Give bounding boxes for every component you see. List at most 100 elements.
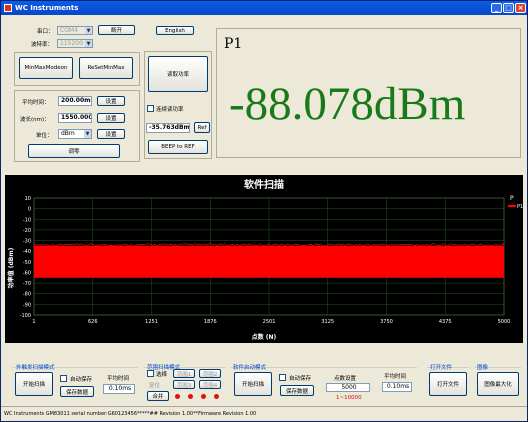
soft-auto-save-checkbox[interactable]	[279, 374, 286, 381]
read-power-button[interactable]: 读取功率	[148, 56, 208, 92]
y-tick-label: -50	[23, 260, 31, 266]
language-button[interactable]: English	[156, 26, 194, 35]
beep-to-ref-button[interactable]: BEEP to REF	[148, 140, 208, 154]
port-label: 串口：	[37, 29, 54, 35]
chart-title: 软件扫描	[244, 178, 284, 191]
range1-indicator	[175, 394, 180, 399]
y-tick-label: -100	[20, 313, 31, 319]
port-select[interactable]: COM4 ▼	[57, 26, 93, 35]
avg-time-set-button[interactable]: 设置	[97, 96, 125, 106]
port-value: COM4	[60, 27, 78, 34]
window-title: WC Instruments	[15, 4, 79, 12]
ref-value-input[interactable]: -35.763dBm	[146, 123, 190, 133]
close-button[interactable]: ×	[515, 3, 526, 13]
range4-button[interactable]: 范围4	[199, 380, 221, 389]
title-bar: WC Instruments _ □ ×	[1, 1, 527, 15]
minmax-mode-button[interactable]: MinMaxModeon	[19, 57, 73, 79]
power-reading: -88.078dBm	[229, 78, 466, 130]
scan-chart: 软件扫描 功率值 (dBm) 点数 (N) 10 0 -10 -20 -30 -40 -50…	[5, 175, 523, 343]
points-range-hint: 1~10000	[336, 395, 362, 401]
wavelength-set-button[interactable]: 设置	[97, 113, 125, 123]
image-title: 图像	[477, 365, 489, 371]
series-band-p1	[34, 245, 504, 278]
soft-start-scan-button[interactable]: 开始扫描	[234, 372, 272, 396]
baud-select[interactable]: 115200 ▼	[57, 39, 93, 48]
continuous-read-checkbox[interactable]	[147, 105, 154, 112]
ext-avg-label: 平均时间	[107, 376, 130, 382]
range1-button[interactable]: 范围1	[173, 369, 195, 378]
wavelength-label: 波长(nm)：	[20, 117, 50, 123]
ext-avg-input[interactable]: 0.10ms	[103, 384, 135, 394]
y-tick-label: -80	[23, 292, 31, 298]
ref-button[interactable]: Ref	[194, 122, 210, 133]
y-tick-label: -10	[23, 217, 31, 223]
minimize-button[interactable]: _	[491, 3, 502, 13]
x-tick-label: 3750	[380, 319, 393, 325]
reading-display: P1 -88.078dBm	[216, 28, 521, 158]
x-tick-label: 626	[88, 319, 98, 325]
app-icon	[4, 4, 12, 12]
avg-time-input[interactable]: 200.00ms	[58, 96, 92, 106]
open-file-button[interactable]: 打开文件	[429, 372, 467, 396]
open-file-title: 打开文件	[430, 365, 453, 371]
soft-start-title: 软件启动模式	[233, 365, 267, 371]
y-tick-label: 10	[25, 196, 31, 202]
maximize-image-button[interactable]: 图像最大化	[477, 372, 519, 396]
points-label: 点数设置	[334, 376, 357, 382]
wavelength-input[interactable]: 1550.000	[58, 113, 92, 123]
legend-label-p1: P1	[517, 204, 523, 210]
baud-label: 波特率：	[31, 42, 54, 48]
y-tick-label: -30	[23, 239, 31, 245]
zero-button[interactable]: 调零	[28, 144, 120, 158]
chevron-down-icon: ▼	[85, 27, 92, 34]
x-tick-label: 3125	[321, 319, 334, 325]
soft-avg-input[interactable]: 0.10ms	[382, 382, 412, 392]
range-select-label: 选择	[156, 372, 168, 378]
y-tick-label: -40	[23, 249, 31, 255]
x-tick-label: 1251	[145, 319, 158, 325]
y-tick-label: 0	[28, 207, 31, 213]
x-axis-label: 点数 (N)	[252, 333, 277, 341]
points-input[interactable]: 5000	[326, 383, 370, 392]
unit-value: dBm	[61, 130, 75, 137]
range2-indicator	[188, 394, 193, 399]
range4-indicator	[214, 394, 219, 399]
reset-minmax-button[interactable]: ReSetMinMax	[79, 57, 133, 79]
ext-save-button[interactable]: 保存数据	[60, 386, 94, 397]
soft-auto-save-label: 自动保存	[289, 376, 312, 382]
x-tick-label: 4375	[439, 319, 452, 325]
chart-svg: 软件扫描 功率值 (dBm) 点数 (N) 10 0 -10 -20 -30 -40 -50…	[7, 178, 523, 341]
avg-time-label: 平均时间：	[22, 100, 50, 106]
chart-series	[33, 243, 505, 278]
chevron-down-icon: ▼	[85, 40, 92, 47]
merge-button[interactable]: 合并	[147, 391, 169, 401]
chevron-down-icon: ▼	[84, 130, 91, 138]
maximize-button[interactable]: □	[503, 3, 514, 13]
y-axis-label: 功率值 (dBm)	[7, 247, 15, 288]
disconnect-button[interactable]: 断开	[98, 25, 135, 35]
ext-start-scan-button[interactable]: 开始扫描	[15, 372, 53, 396]
status-bar: WC Instruments GM83011 serial number:G60…	[1, 406, 527, 421]
baud-value: 115200	[60, 40, 83, 47]
range3-indicator	[201, 394, 206, 399]
unit-label: 单位：	[36, 133, 53, 139]
ext-auto-save-checkbox[interactable]	[60, 375, 67, 382]
unit-set-button[interactable]: 设置	[97, 129, 125, 139]
soft-avg-label: 平均时间	[384, 374, 407, 380]
soft-save-button[interactable]: 保存数据	[280, 385, 314, 396]
x-tick-label: 5000	[498, 319, 511, 325]
unit-select[interactable]: dBm ▼	[58, 129, 92, 139]
x-tick-label: 1	[32, 319, 35, 325]
range-select-checkbox[interactable]	[147, 370, 154, 377]
y-tick-label: -60	[23, 270, 31, 276]
range2-button[interactable]: 范围2	[199, 369, 221, 378]
y-tick-label: -90	[23, 302, 31, 308]
x-tick-label: 1876	[204, 319, 217, 325]
ext-trigger-title: 外触发扫描模式	[16, 365, 55, 371]
y-tick-label: -20	[23, 228, 31, 234]
x-tick-label: 2501	[263, 319, 276, 325]
channel-label: P1	[224, 36, 243, 52]
y-tick-label: -70	[23, 281, 31, 287]
reset-label: 复位	[149, 383, 161, 389]
range3-button[interactable]: 范围3	[173, 380, 195, 389]
